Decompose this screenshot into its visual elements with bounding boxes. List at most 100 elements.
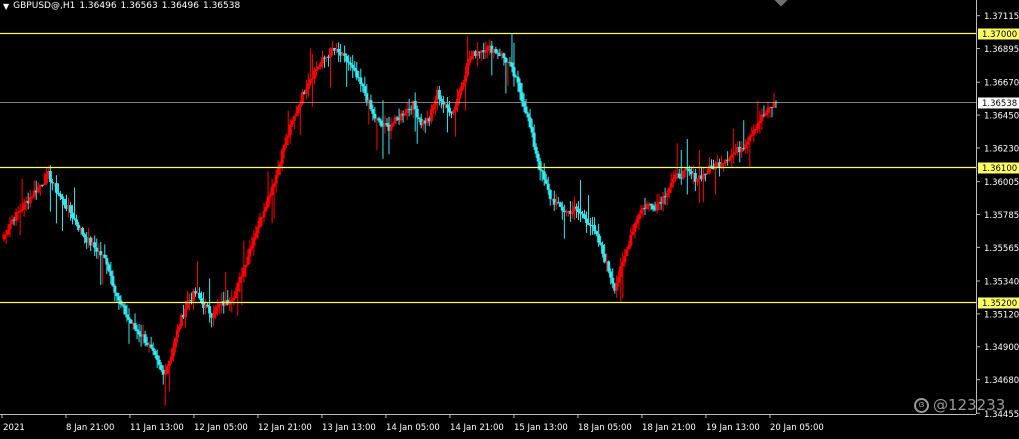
candle-body xyxy=(56,192,60,195)
candle xyxy=(720,155,724,169)
candle-body xyxy=(133,323,137,330)
candle-body xyxy=(558,202,562,207)
current-price-label: 1.36538 xyxy=(982,99,1017,109)
candle-body xyxy=(206,304,210,307)
candle-body xyxy=(137,331,141,335)
candle-body xyxy=(157,359,161,365)
candle xyxy=(633,222,637,239)
candles xyxy=(2,34,778,406)
candle-body xyxy=(576,208,580,213)
candle-body xyxy=(540,170,544,172)
candle-body xyxy=(42,183,46,186)
candle xyxy=(242,240,246,283)
candle-body xyxy=(734,152,738,154)
candle-body xyxy=(510,62,514,67)
candle-body xyxy=(20,209,24,211)
candle xyxy=(14,208,18,226)
candle-body xyxy=(58,194,62,197)
price-chart[interactable]: 1.37000 1.36100 1.35200 1.36538 1.37115 1.36… xyxy=(0,0,1019,439)
candle xyxy=(101,254,105,285)
candle-body xyxy=(69,205,73,213)
candle-body xyxy=(129,319,133,324)
candle-body xyxy=(298,103,302,107)
candle-body xyxy=(294,113,298,116)
candle-body xyxy=(288,124,292,136)
candle-body xyxy=(175,329,179,338)
candle-body xyxy=(151,347,155,351)
candle xyxy=(415,105,419,144)
candle-body xyxy=(730,154,734,158)
candle xyxy=(54,175,58,224)
candle-body xyxy=(343,53,347,56)
candle-body xyxy=(439,99,443,102)
candle xyxy=(425,110,429,126)
candle-body xyxy=(752,129,756,135)
candle xyxy=(510,34,514,73)
candle-body xyxy=(429,109,433,122)
y-tick-label: 1.35565 xyxy=(984,244,1019,254)
candle xyxy=(724,158,728,167)
candle-body xyxy=(578,212,582,214)
candle-body xyxy=(347,61,351,63)
candle-body xyxy=(574,206,578,209)
candle xyxy=(447,101,451,117)
candle-body xyxy=(460,86,464,92)
candle-body xyxy=(60,196,64,199)
candle-body xyxy=(99,251,103,256)
x-tick-label: 18 Jan 05:00 xyxy=(578,423,632,433)
candle-body xyxy=(30,196,34,198)
candle-body xyxy=(163,373,167,375)
candle xyxy=(48,165,52,212)
x-tick-label: 13 Jan 13:00 xyxy=(322,423,376,433)
candle xyxy=(667,187,671,199)
candle-body xyxy=(385,123,389,125)
candle-body xyxy=(200,298,204,303)
collapse-triangle-icon[interactable]: ▼ xyxy=(3,2,9,11)
candle-body xyxy=(548,189,552,200)
candle-body xyxy=(609,271,613,278)
candle xyxy=(133,313,137,332)
candle-body xyxy=(415,108,419,118)
candle xyxy=(93,235,97,256)
candle xyxy=(304,80,308,100)
candle-body xyxy=(198,292,202,299)
candle xyxy=(149,336,153,350)
candle-body xyxy=(651,205,655,210)
candle-body xyxy=(532,132,536,147)
candle xyxy=(95,238,99,259)
candle-body xyxy=(754,128,758,130)
candle xyxy=(351,55,355,79)
open-value: 1.36496 xyxy=(79,1,117,11)
candle-body xyxy=(169,356,173,361)
candle-body xyxy=(155,355,159,360)
watermark-text: @123233 xyxy=(933,396,1006,414)
candle-body xyxy=(123,305,127,315)
plot-area xyxy=(0,0,977,415)
candle-body xyxy=(314,69,318,71)
candle xyxy=(228,297,232,312)
candle xyxy=(583,209,587,220)
y-tick-label: 1.36450 xyxy=(984,112,1019,122)
candle xyxy=(44,167,48,185)
candle-body xyxy=(534,146,538,154)
candle-body xyxy=(153,350,157,356)
candle xyxy=(490,40,494,76)
candle-body xyxy=(218,303,222,306)
candle-body xyxy=(337,48,341,53)
candle xyxy=(629,227,633,249)
candle-body xyxy=(242,267,246,277)
candle-body xyxy=(403,113,407,116)
candle-body xyxy=(671,179,675,183)
candle-body xyxy=(627,245,631,250)
candle-body xyxy=(470,55,474,59)
candle-body xyxy=(349,62,353,65)
y-tick-label: 1.35340 xyxy=(984,277,1019,287)
y-tick-label: 1.36230 xyxy=(984,144,1019,154)
candle-body xyxy=(611,277,615,284)
candle-body xyxy=(597,234,601,243)
y-tick-label: 1.36670 xyxy=(984,79,1019,89)
candle-body xyxy=(228,303,232,305)
candle-body xyxy=(121,304,125,306)
candle-body xyxy=(665,193,669,197)
candle-body xyxy=(250,245,254,249)
